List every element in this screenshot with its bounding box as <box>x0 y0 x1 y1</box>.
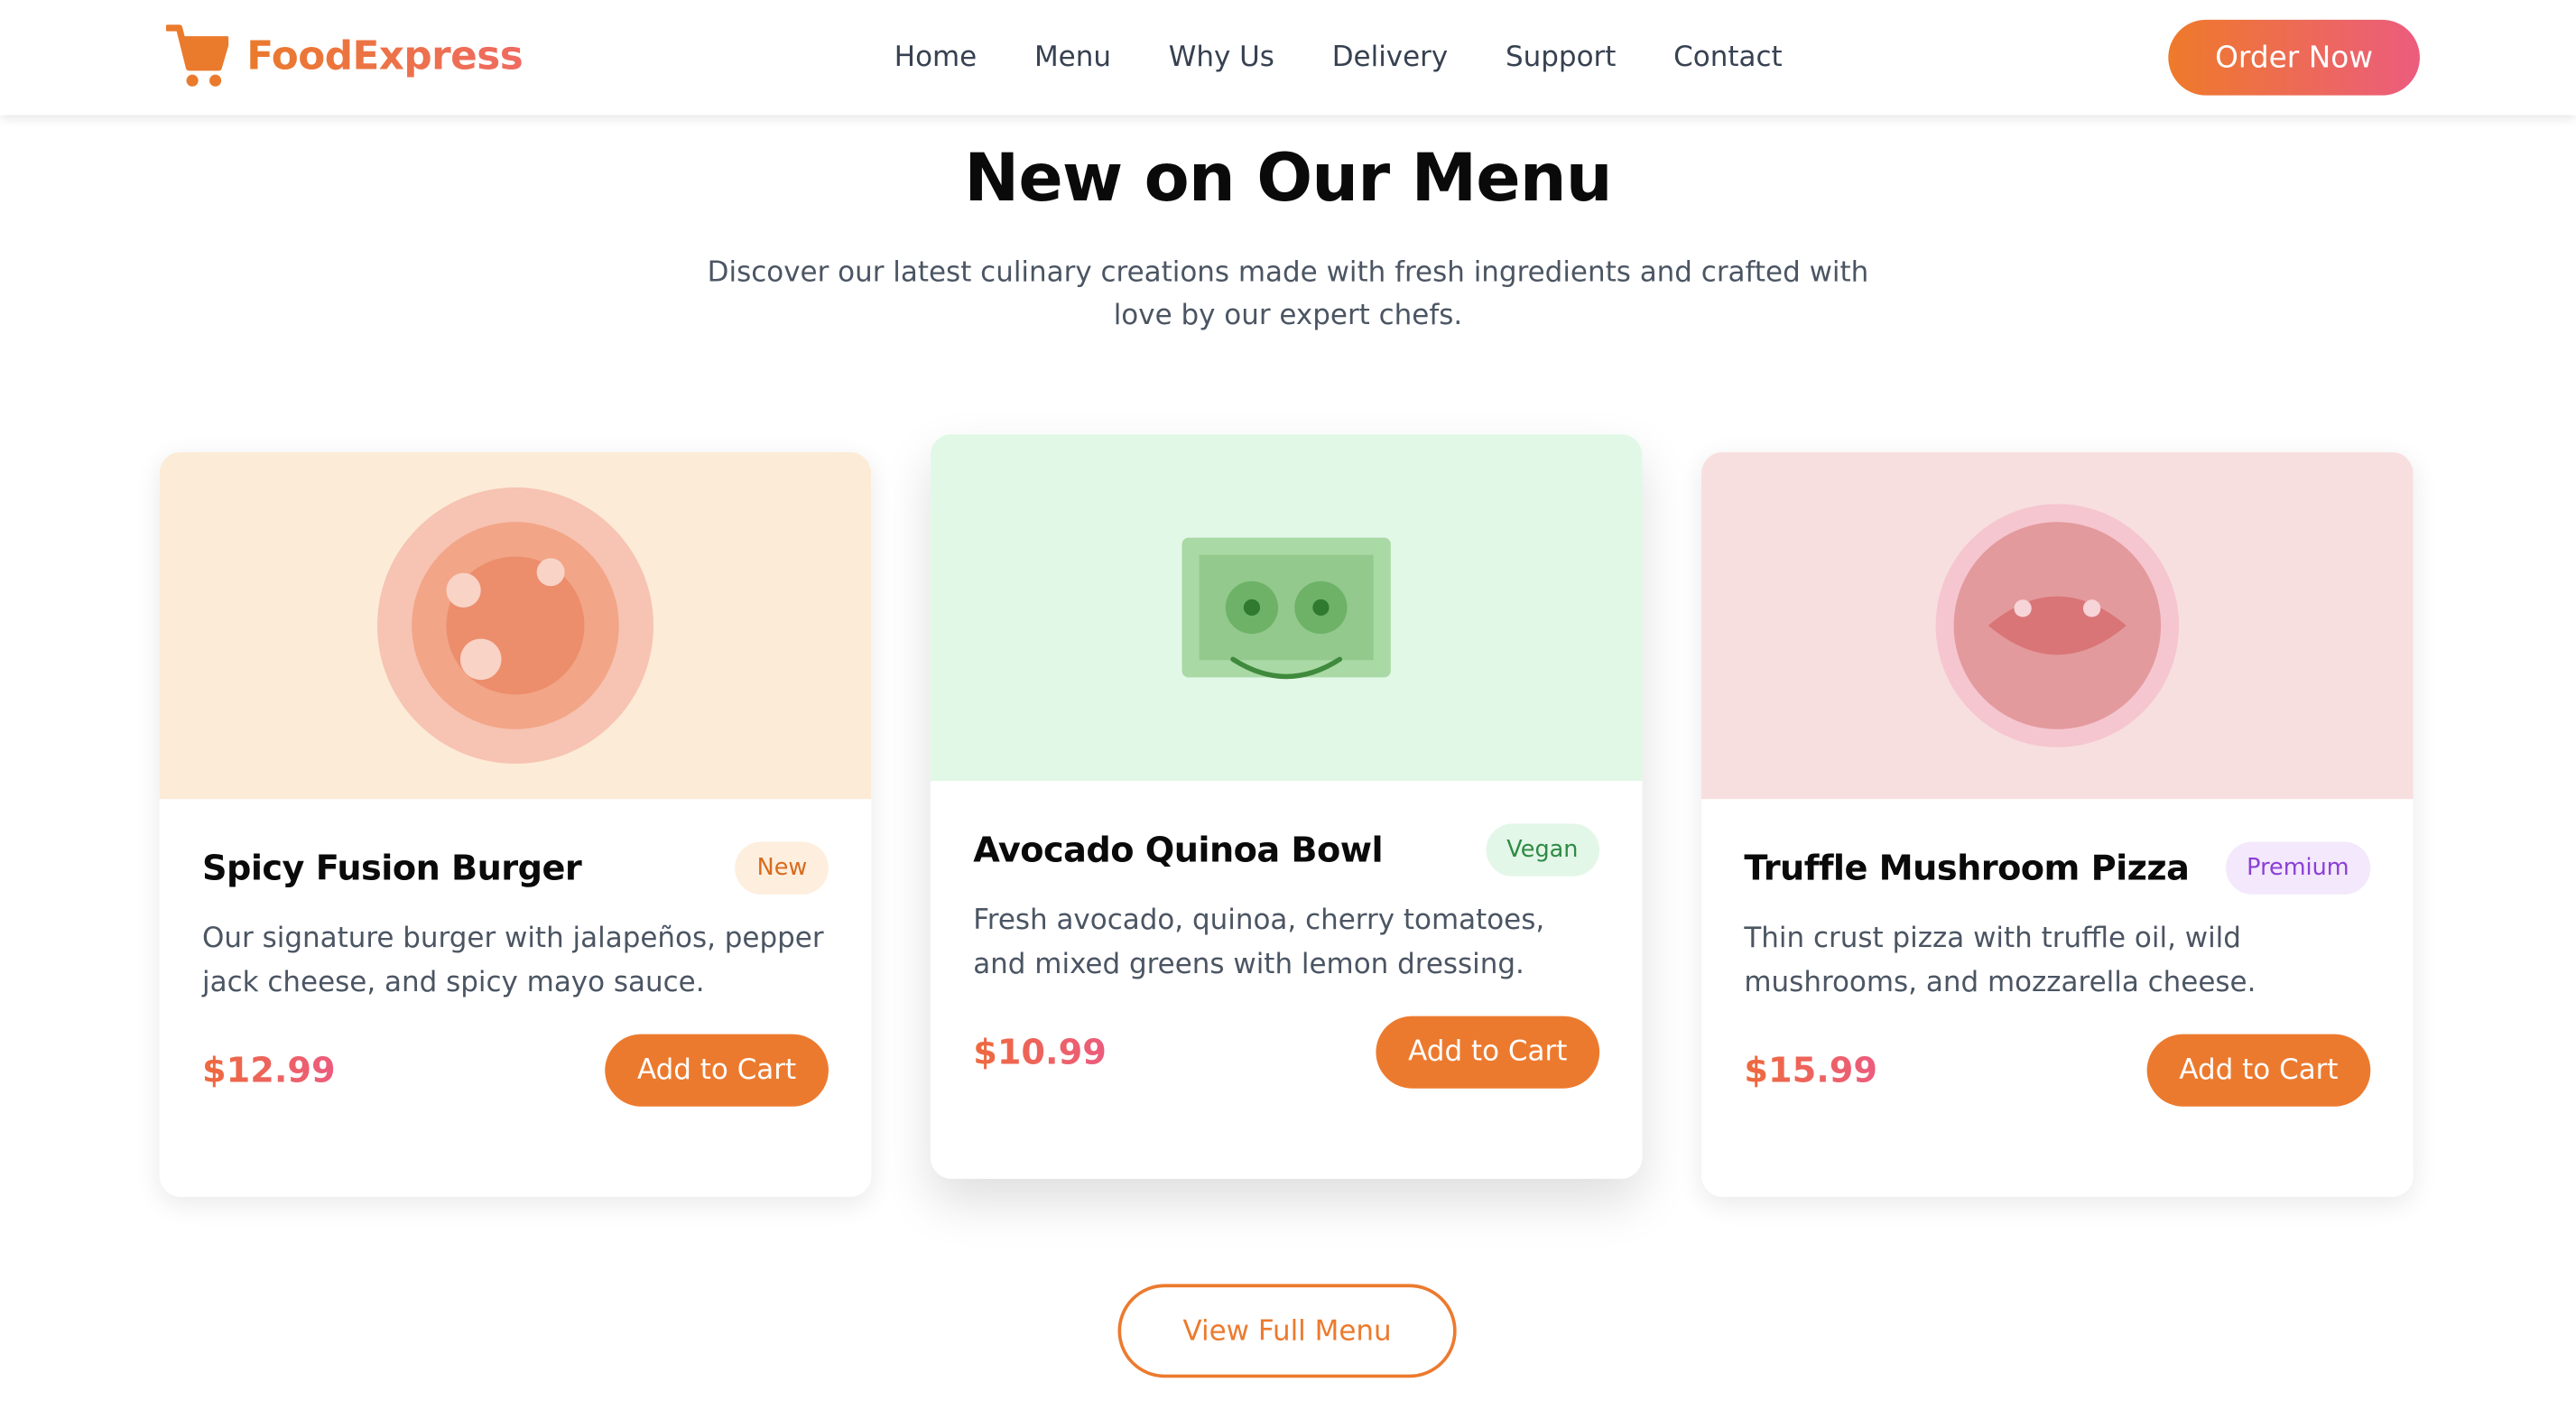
card-title: Spicy Fusion Burger <box>202 848 582 888</box>
card-title: Truffle Mushroom Pizza <box>1744 848 2190 888</box>
section-title: New on Our Menu <box>964 141 1612 218</box>
navbar: FoodExpress Home Menu Why Us Delivery Su… <box>0 0 2576 116</box>
bowl-illustration-icon <box>1181 537 1391 680</box>
card-description: Fresh avocado, quinoa, cherry tomatoes, … <box>973 904 1545 981</box>
card-footer: $10.99 Add to Cart <box>973 1016 1600 1089</box>
add-to-cart-button[interactable]: Add to Cart <box>2146 1034 2371 1107</box>
view-full-menu-button[interactable]: View Full Menu <box>1117 1284 1457 1378</box>
card-media <box>159 451 872 800</box>
section-subtitle: Discover our latest culinary creations m… <box>707 256 1869 332</box>
nav-link-delivery[interactable]: Delivery <box>1332 38 1449 78</box>
nav-link-support[interactable]: Support <box>1506 38 1616 78</box>
card-title: Avocado Quinoa Bowl <box>973 830 1384 870</box>
shopping-cart-icon <box>165 24 229 87</box>
nav-link-home[interactable]: Home <box>894 38 977 78</box>
menu-card-bowl: Avocado Quinoa Bowl Vegan Fresh avocado,… <box>930 433 1643 1179</box>
card-price: $10.99 <box>973 1032 1107 1072</box>
card-header: Truffle Mushroom Pizza Premium <box>1744 841 2371 895</box>
nav-link-contact[interactable]: Contact <box>1673 38 1782 78</box>
card-footer: $12.99 Add to Cart <box>202 1034 829 1107</box>
card-header: Spicy Fusion Burger New <box>202 841 829 895</box>
add-to-cart-button[interactable]: Add to Cart <box>605 1034 829 1107</box>
card-footer: $15.99 Add to Cart <box>1744 1034 2371 1107</box>
badge-premium: Premium <box>2225 841 2371 895</box>
main-nav: Home Menu Why Us Delivery Support Contac… <box>894 38 1840 78</box>
page: FoodExpress Home Menu Why Us Delivery Su… <box>0 0 2576 1401</box>
badge-new: New <box>735 841 829 895</box>
brand-name: FoodExpress <box>246 23 524 88</box>
menu-card-burger: Spicy Fusion Burger New Our signature bu… <box>159 451 872 1197</box>
card-price: $12.99 <box>202 1050 336 1090</box>
card-description: Thin crust pizza with truffle oil, wild … <box>1744 922 2256 999</box>
card-description: Our signature burger with jalapeños, pep… <box>202 922 824 999</box>
badge-vegan: Vegan <box>1485 823 1600 877</box>
pizza-illustration-icon <box>1935 504 2180 747</box>
card-body: Avocado Quinoa Bowl Vegan Fresh avocado,… <box>931 781 1643 1089</box>
nav-link-why-us[interactable]: Why Us <box>1169 38 1274 78</box>
card-media <box>930 433 1643 782</box>
card-body: Spicy Fusion Burger New Our signature bu… <box>160 799 872 1107</box>
card-body: Truffle Mushroom Pizza Premium Thin crus… <box>1701 799 2414 1107</box>
order-now-button[interactable]: Order Now <box>2168 19 2420 96</box>
menu-card-pizza: Truffle Mushroom Pizza Premium Thin crus… <box>1701 451 2414 1197</box>
brand-logo[interactable]: FoodExpress <box>165 23 524 88</box>
add-to-cart-button[interactable]: Add to Cart <box>1376 1016 1600 1089</box>
burger-illustration-icon <box>376 487 653 764</box>
nav-link-menu[interactable]: Menu <box>1034 38 1111 78</box>
card-price: $15.99 <box>1744 1050 1878 1090</box>
card-header: Avocado Quinoa Bowl Vegan <box>973 823 1600 877</box>
card-media <box>1701 451 2414 800</box>
